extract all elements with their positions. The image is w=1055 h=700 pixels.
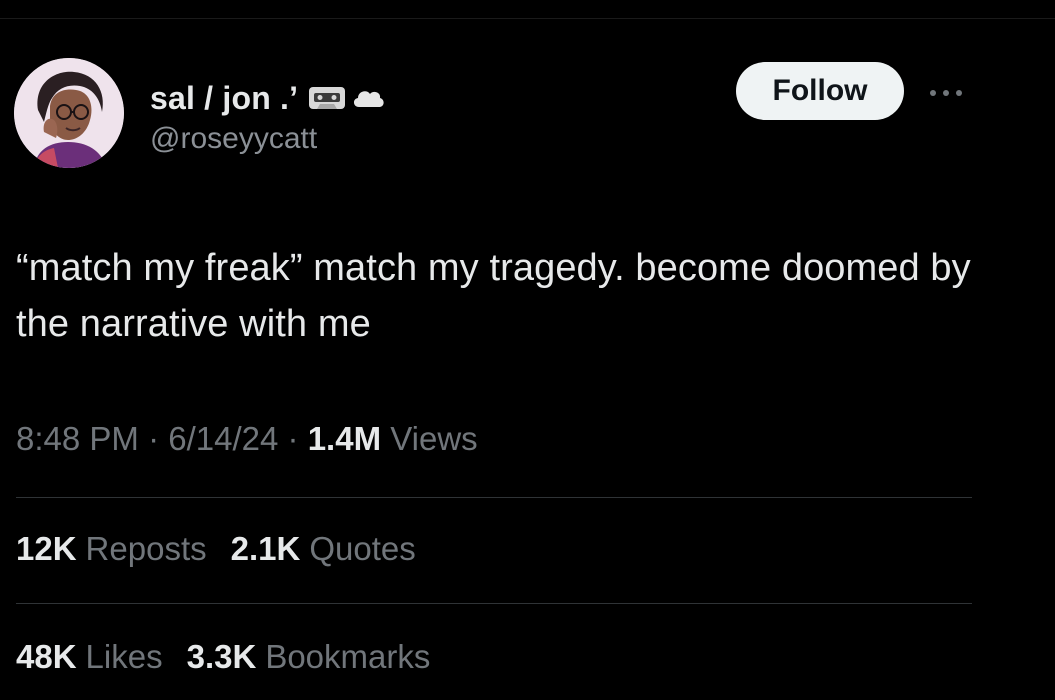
likes-label: Likes: [85, 638, 163, 675]
follow-button[interactable]: Follow: [736, 62, 904, 120]
bookmarks-stat[interactable]: 3.3K Bookmarks: [187, 638, 431, 676]
quotes-label: Quotes: [309, 530, 416, 567]
display-name-row: sal / jon .’: [150, 78, 386, 118]
avatar-illustration: [14, 58, 124, 168]
avatar[interactable]: [14, 58, 124, 168]
stats-row: 48K Likes 3.3K Bookmarks: [16, 638, 430, 676]
views-label: Views: [390, 420, 478, 457]
bookmarks-count: 3.3K: [186, 638, 257, 675]
top-divider: [0, 18, 1055, 19]
tweet-meta: 8:48 PM · 6/14/24 · 1.4M Views: [16, 420, 478, 458]
tweet-text: “match my freak” match my tragedy. becom…: [16, 247, 971, 345]
likes-count: 48K: [16, 638, 77, 675]
handle[interactable]: @roseyycatt: [150, 122, 386, 156]
name-emoji: [308, 85, 386, 111]
views-count: 1.4M: [307, 420, 382, 457]
quotes-stat[interactable]: 2.1K Quotes: [231, 530, 416, 568]
user-info: sal / jon .’ @roseyycatt: [150, 78, 386, 156]
display-name[interactable]: sal / jon .’: [150, 80, 298, 117]
cassette-tape-icon: [309, 87, 346, 109]
more-dots-icon: [930, 90, 962, 96]
reposts-label: Reposts: [85, 530, 207, 567]
reposts-stat[interactable]: 12K Reposts: [16, 530, 207, 568]
stats-row: 12K Reposts 2.1K Quotes: [16, 530, 416, 568]
quotes-count: 2.1K: [230, 530, 301, 567]
divider: [16, 497, 972, 498]
tweet-date[interactable]: 6/14/24: [168, 420, 278, 457]
bookmarks-label: Bookmarks: [265, 638, 431, 675]
cloud-icon: [354, 91, 384, 107]
reposts-count: 12K: [16, 530, 77, 567]
meta-separator: ·: [148, 420, 160, 457]
likes-stat[interactable]: 48K Likes: [16, 638, 163, 676]
more-button[interactable]: [926, 78, 966, 108]
divider: [16, 603, 972, 604]
tweet-time[interactable]: 8:48 PM: [16, 420, 139, 457]
tweet-header: sal / jon .’ @roseyycatt Follow: [14, 58, 1044, 168]
meta-separator: ·: [287, 420, 299, 457]
